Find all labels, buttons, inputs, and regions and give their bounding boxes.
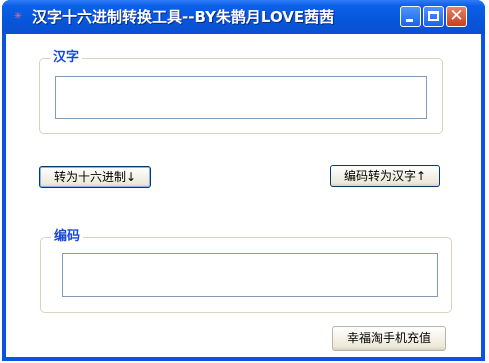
app-icon: ✳ — [13, 11, 23, 22]
hanzi-input[interactable] — [55, 76, 427, 119]
close-button[interactable]: ✕ — [446, 6, 467, 27]
code-groupbox: 编码 — [40, 229, 452, 313]
close-icon: ✕ — [449, 6, 464, 26]
app-window: ✳ 汉字十六进制转换工具--BY朱鹊月LOVE茜茜 ✕ 汉字 转为十六进制↓ 编… — [2, 0, 485, 361]
to-hanzi-button[interactable]: 编码转为汉字↑ — [330, 165, 440, 187]
client-area: 汉字 转为十六进制↓ 编码转为汉字↑ 编码 幸福淘手机充值 — [6, 34, 481, 357]
minimize-icon — [406, 19, 413, 22]
to-hex-button[interactable]: 转为十六进制↓ — [39, 166, 151, 188]
code-group-label: 编码 — [51, 229, 84, 245]
maximize-icon — [428, 11, 439, 21]
title-bar[interactable]: ✳ 汉字十六进制转换工具--BY朱鹊月LOVE茜茜 ✕ — [2, 0, 485, 34]
hanzi-groupbox: 汉字 — [39, 50, 443, 134]
window-title: 汉字十六进制转换工具--BY朱鹊月LOVE茜茜 — [32, 8, 335, 26]
code-input[interactable] — [62, 253, 438, 297]
maximize-button[interactable] — [423, 6, 444, 27]
hanzi-group-label: 汉字 — [50, 50, 83, 66]
recharge-button[interactable]: 幸福淘手机充值 — [332, 326, 446, 351]
minimize-button[interactable] — [400, 6, 421, 27]
